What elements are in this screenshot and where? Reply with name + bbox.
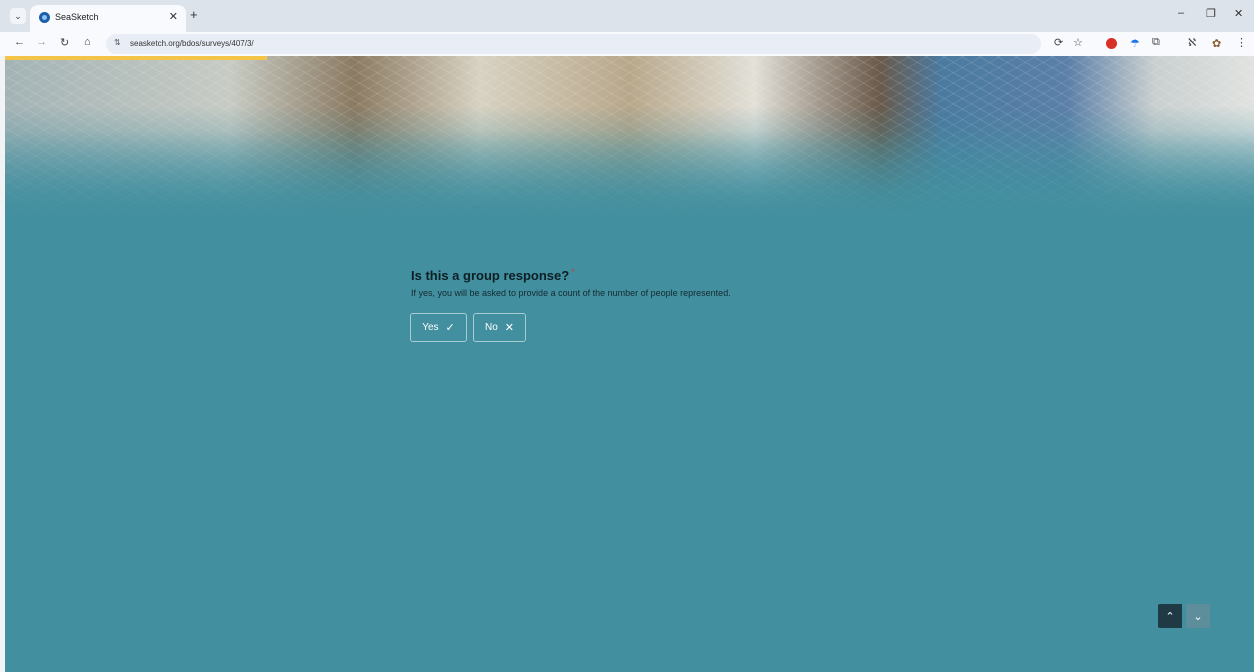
new-tab-icon[interactable]: + — [190, 7, 198, 22]
browser-window: ⌄ SeaSketch ✕ + – ❐ ✕ ← → ↻ ⌂ ⇅ seasketc… — [0, 0, 1254, 672]
question-title: Is this a group response? — [411, 268, 570, 283]
question-heading: Is this a group response? * — [411, 267, 575, 285]
extension-icon[interactable]: ℵ — [1188, 36, 1196, 49]
check-icon: ✓ — [445, 322, 455, 334]
translate-icon[interactable]: ⟳ — [1054, 36, 1063, 49]
no-button[interactable]: No ✕ — [473, 313, 526, 342]
previous-question-button[interactable]: ⌃ — [1158, 604, 1182, 628]
next-question-button[interactable]: ⌄ — [1186, 604, 1210, 628]
tab-title: SeaSketch — [55, 12, 99, 22]
tab-close-icon[interactable]: ✕ — [169, 10, 178, 23]
question-description: If yes, you will be asked to provide a c… — [411, 288, 731, 298]
tab-strip: ⌄ SeaSketch ✕ + – ❐ ✕ — [0, 0, 1254, 32]
close-window-icon[interactable]: ✕ — [1234, 7, 1243, 20]
forward-icon[interactable]: → — [36, 36, 47, 48]
reload-icon[interactable]: ↻ — [60, 36, 69, 49]
required-marker: * — [571, 267, 575, 277]
extension-blue-icon[interactable]: ☂ — [1130, 37, 1140, 50]
browser-toolbar: ← → ↻ ⌂ ⇅ seasketch.org/bdos/surveys/407… — [0, 32, 1254, 56]
back-icon[interactable]: ← — [14, 36, 25, 48]
no-label: No — [484, 322, 498, 333]
restore-icon[interactable]: ❐ — [1206, 7, 1216, 20]
tab-seasketch[interactable]: SeaSketch ✕ — [30, 5, 186, 32]
minimize-icon[interactable]: – — [1178, 7, 1184, 19]
extensions-puzzle-icon[interactable]: ⧉ — [1152, 36, 1160, 49]
yes-button[interactable]: Yes ✓ — [410, 313, 467, 342]
site-info-icon[interactable]: ⇅ — [114, 38, 121, 47]
tab-search-icon[interactable]: ⌄ — [10, 8, 26, 24]
adblock-extension-icon[interactable] — [1106, 38, 1117, 49]
bookmark-star-icon[interactable]: ☆ — [1073, 36, 1083, 49]
yes-label: Yes — [422, 322, 439, 333]
close-icon: ✕ — [504, 322, 514, 334]
survey-progress-bar — [5, 56, 268, 60]
menu-kebab-icon[interactable]: ⋮ — [1236, 36, 1247, 49]
survey-page: Is this a group response? * If yes, you w… — [5, 56, 1254, 672]
hero-fade — [5, 56, 1254, 222]
favicon-icon — [39, 12, 50, 23]
profile-extension-icon[interactable]: ✿ — [1212, 37, 1221, 50]
home-icon[interactable]: ⌂ — [84, 36, 91, 48]
url-text[interactable]: seasketch.org/bdos/surveys/407/3/ — [130, 39, 254, 48]
address-bar[interactable]: ⇅ seasketch.org/bdos/surveys/407/3/ — [106, 34, 1041, 54]
